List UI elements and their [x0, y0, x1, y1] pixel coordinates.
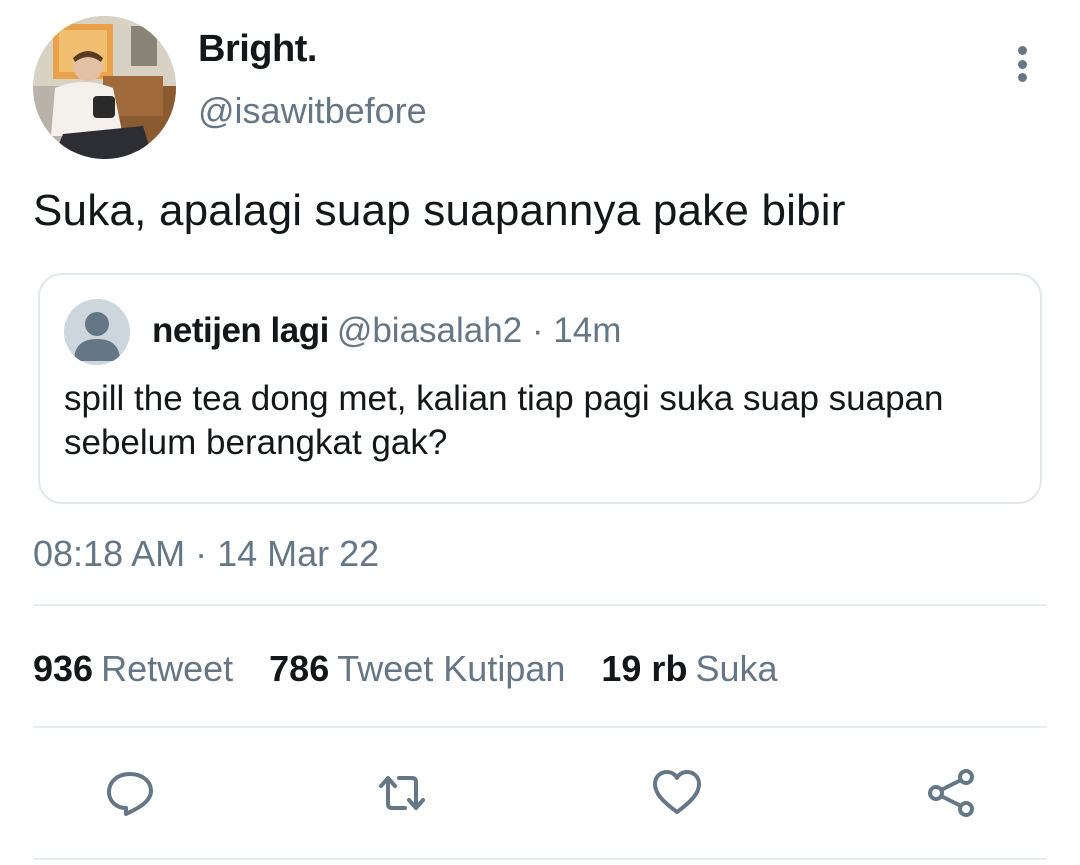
retweet-icon: [379, 776, 425, 810]
divider: [33, 858, 1047, 860]
stat-retweets[interactable]: 936 Retweet: [33, 648, 233, 690]
engagement-stats: 936 Retweet 786 Tweet Kutipan 19 rb Suka: [33, 648, 814, 690]
more-dot: [1017, 73, 1027, 82]
divider: [33, 726, 1047, 728]
more-dot: [1017, 59, 1027, 69]
user-handle[interactable]: @isawitbefore: [198, 90, 427, 132]
quoted-meta: @biasalah2 · 14m: [336, 311, 622, 350]
heart-icon: [653, 770, 701, 814]
display-name[interactable]: Bright.: [198, 28, 317, 71]
reply-button[interactable]: [102, 765, 158, 821]
divider: [33, 604, 1047, 606]
stat-count: 936: [33, 648, 94, 689]
quoted-display-name: netijen lagi: [152, 311, 329, 350]
tweet-text: Suka, apalagi suap suapannya pake bibir: [33, 186, 846, 235]
stat-label: Suka: [695, 648, 778, 689]
more-options-icon[interactable]: [1004, 42, 1040, 86]
share-icon: [928, 769, 974, 817]
tweet-timestamp[interactable]: 08:18 AM · 14 Mar 22: [33, 533, 379, 575]
reply-icon: [107, 772, 153, 816]
stat-count: 19 rb: [601, 648, 688, 689]
like-button[interactable]: [649, 765, 705, 821]
quoted-text: spill the tea dong met, kalian tiap pagi…: [64, 379, 944, 462]
avatar-photo: [33, 16, 176, 159]
stat-quote-tweets[interactable]: 786 Tweet Kutipan: [269, 648, 565, 690]
stat-label: Tweet Kutipan: [337, 648, 566, 689]
share-button[interactable]: [923, 765, 979, 821]
stat-likes[interactable]: 19 rb Suka: [601, 648, 777, 690]
retweet-button[interactable]: [374, 765, 430, 821]
tweet-detail: Bright. @isawitbefore Suka, apalagi suap…: [0, 0, 1080, 865]
quoted-header: netijen lagi @biasalah2 · 14m: [152, 311, 621, 351]
avatar[interactable]: [33, 16, 176, 159]
quoted-tweet[interactable]: netijen lagi @biasalah2 · 14m spill the t…: [38, 273, 1042, 504]
stat-label: Retweet: [101, 648, 234, 689]
stat-count: 786: [269, 648, 330, 689]
quoted-avatar-default-icon[interactable]: [64, 299, 130, 365]
more-dot: [1017, 46, 1027, 55]
